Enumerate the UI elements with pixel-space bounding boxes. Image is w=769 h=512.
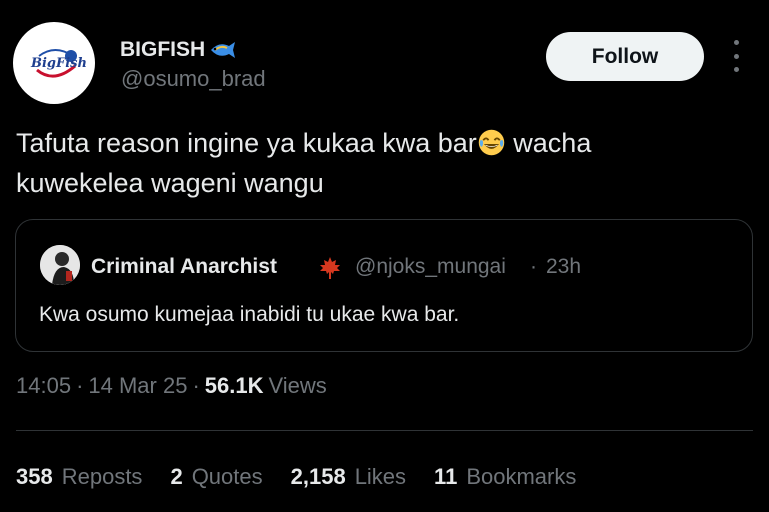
views-label: Views [268,373,327,398]
more-dot [733,53,739,59]
meta-separator: · [76,373,84,398]
author-name-text[interactable]: BIGFISH [120,38,205,62]
likes-count: 2,158 [290,464,346,489]
quoted-tweet-text: Kwa osumo kumejaa inabidi tu ukae kwa ba… [39,303,460,326]
svg-text:BigFish: BigFish [30,56,87,71]
bookmarks-label: Bookmarks [466,464,577,489]
views-count: 56.1K [204,373,264,398]
quoted-author-handle[interactable]: @njoks_mungai [355,255,506,279]
tweet-time[interactable]: 14:05 [16,373,71,399]
quoted-tweet-card[interactable]: Criminal Anarchist @njoks_mungai · 23h K… [15,219,753,352]
quoted-author-name[interactable]: Criminal Anarchist [91,255,277,279]
laughing-emoji-icon [478,129,505,156]
quotes-stat[interactable]: 2 Quotes [170,464,262,490]
likes-label: Likes [354,464,407,489]
likes-stat[interactable]: 2,158 Likes [291,464,406,490]
more-dot [733,67,739,72]
bigfish-logo: BigFish [19,28,89,98]
author-handle[interactable]: @osumo_brad [121,66,266,92]
more-icon[interactable] [728,40,744,72]
author-avatar[interactable]: BigFish [13,22,95,104]
maple-leaf-icon [320,257,340,279]
quotes-count: 2 [170,464,183,489]
tweet-meta: 14:05 · 14 Mar 25 · 56.1K Views [16,373,327,399]
quoted-timestamp[interactable]: 23h [546,255,581,279]
engagement-stats: 358 Reposts 2 Quotes 2,158 Likes 11 Book… [16,464,604,490]
tweet-text: Tafuta reason ingine ya kukaa kwa bar wa… [16,123,716,203]
fish-icon [211,42,236,58]
reposts-count: 358 [16,464,53,489]
tweet-text-part1: Tafuta reason ingine ya kukaa kwa bar [16,128,477,158]
follow-button[interactable]: Follow [546,32,704,81]
author-name[interactable]: BIGFISH [120,38,237,62]
more-dot [733,40,739,45]
reposts-label: Reposts [61,464,143,489]
bookmarks-count: 11 [434,464,458,489]
divider [16,430,753,431]
reposts-stat[interactable]: 358 Reposts [16,464,142,490]
bookmarks-stat[interactable]: 11 Bookmarks [434,464,576,490]
quotes-label: Quotes [191,464,263,489]
meta-separator: · [192,373,200,398]
tweet-date[interactable]: 14 Mar 25 [88,373,187,399]
quoted-separator: · [530,255,537,278]
avatar-image [40,245,80,285]
quoted-author-avatar[interactable] [40,245,80,285]
